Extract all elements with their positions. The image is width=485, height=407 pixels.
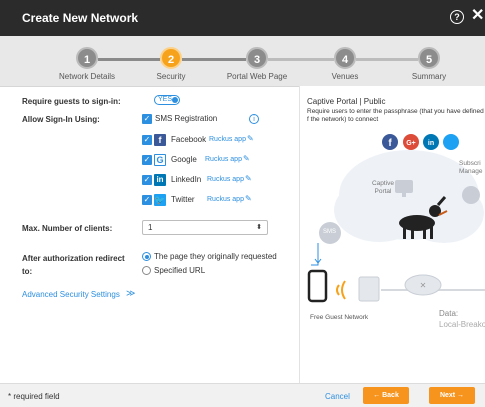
linkedin-ruckus-app-link[interactable]: Ruckus app <box>207 176 244 183</box>
data-label: Data: <box>439 309 459 318</box>
access-point-icon <box>358 276 380 302</box>
sms-caption: SMS <box>323 229 337 235</box>
advanced-security-link[interactable]: Advanced Security Settings <box>22 290 120 299</box>
step-2-label: Security <box>156 72 186 81</box>
twitter-ruckus-app-link[interactable]: Ruckus app <box>207 196 244 203</box>
phone-icon <box>307 269 328 303</box>
redirect-original-radio[interactable] <box>142 252 151 261</box>
edit-pencil-icon[interactable]: ✎ <box>247 134 254 143</box>
preview-description: Require users to enter the passphrase (t… <box>307 108 484 123</box>
step-connector <box>356 58 418 61</box>
linkedin-icon: in <box>154 174 166 186</box>
facebook-label: Facebook <box>171 135 207 144</box>
sms-checkbox[interactable]: ✓ <box>142 114 152 124</box>
free-guest-caption: Free Guest Network <box>310 314 369 321</box>
linkedin-label: LinkedIn <box>171 175 202 184</box>
edit-pencil-icon[interactable]: ✎ <box>245 174 252 183</box>
redirect-original-label: The page they originally requested <box>154 252 277 261</box>
svg-text:G+: G+ <box>406 140 416 147</box>
twitter-checkbox[interactable]: ✓ <box>142 195 152 205</box>
max-clients-select[interactable]: 1 ⬍ <box>142 220 268 235</box>
svg-text:✕: ✕ <box>420 281 427 290</box>
svg-text:in: in <box>428 140 434 147</box>
captive-portal-caption: Captive Portal <box>371 180 395 195</box>
facebook-ruckus-app-link[interactable]: Ruckus app <box>209 136 246 143</box>
step-5-label: Summary <box>411 72 447 81</box>
chevron-down-icon[interactable]: ≫ <box>126 288 135 299</box>
facebook-icon: f <box>154 134 166 146</box>
google-label: Google <box>171 155 197 164</box>
step-connector <box>182 58 246 61</box>
subscriber-icon <box>462 186 480 204</box>
next-button[interactable]: Next → <box>429 387 475 404</box>
twitter-social-icon <box>443 134 459 150</box>
close-icon[interactable]: ✕ <box>471 7 484 25</box>
step-connector <box>268 58 334 61</box>
step-3-label: Portal Web Page <box>226 72 288 81</box>
linkedin-checkbox[interactable]: ✓ <box>142 175 152 185</box>
chevron-updown-icon: ⬍ <box>256 224 262 231</box>
dialog-footer <box>0 383 485 407</box>
required-field-note: * required field <box>8 392 60 401</box>
twitter-icon: 🐦 <box>154 194 166 206</box>
subscriber-caption: Subscri Manage <box>459 160 483 175</box>
google-icon: G <box>154 154 166 166</box>
require-signin-toggle[interactable]: YES <box>154 95 180 105</box>
monitor-icon <box>395 180 413 193</box>
twitter-label: Twitter <box>171 195 195 204</box>
google-checkbox[interactable]: ✓ <box>142 155 152 165</box>
step-connector <box>98 58 160 61</box>
help-icon[interactable]: ? <box>450 10 464 24</box>
dialog-title: Create New Network <box>22 11 139 25</box>
toggle-text: YES <box>158 96 173 103</box>
step-5-circle[interactable]: 5 <box>418 47 440 69</box>
preview-title: Captive Portal | Public <box>307 97 386 106</box>
facebook-checkbox[interactable]: ✓ <box>142 135 152 145</box>
redirect-label: After authorization redirect to: <box>22 254 125 276</box>
step-2-circle[interactable]: 2 <box>160 47 182 69</box>
redirect-specified-radio[interactable] <box>142 266 151 275</box>
step-1-circle[interactable]: 1 <box>76 47 98 69</box>
dialog-titlebar: Create New Network ? ✕ <box>0 0 485 36</box>
redirect-specified-label: Specified URL <box>154 266 206 275</box>
info-icon[interactable]: i <box>249 114 259 124</box>
step-3-circle[interactable]: 3 <box>246 47 268 69</box>
edit-pencil-icon[interactable]: ✎ <box>245 194 252 203</box>
sms-label: SMS Registration <box>155 114 218 123</box>
allow-signin-label: Allow Sign-In Using: <box>22 115 100 124</box>
google-ruckus-app-link[interactable]: Ruckus app <box>205 156 242 163</box>
back-button[interactable]: ← Back <box>363 387 409 404</box>
step-1-label: Network Details <box>58 72 116 81</box>
step-4-circle[interactable]: 4 <box>334 47 356 69</box>
edit-pencil-icon[interactable]: ✎ <box>243 154 250 163</box>
cancel-button[interactable]: Cancel <box>325 392 350 401</box>
max-clients-value: 1 <box>148 223 153 232</box>
require-signin-label: Require guests to sign-in: <box>22 97 121 106</box>
max-clients-label: Max. Number of clients: <box>22 224 113 233</box>
toggle-knob <box>172 97 178 103</box>
step-4-label: Venues <box>331 72 359 81</box>
data-value: Local-Breako <box>439 320 485 329</box>
